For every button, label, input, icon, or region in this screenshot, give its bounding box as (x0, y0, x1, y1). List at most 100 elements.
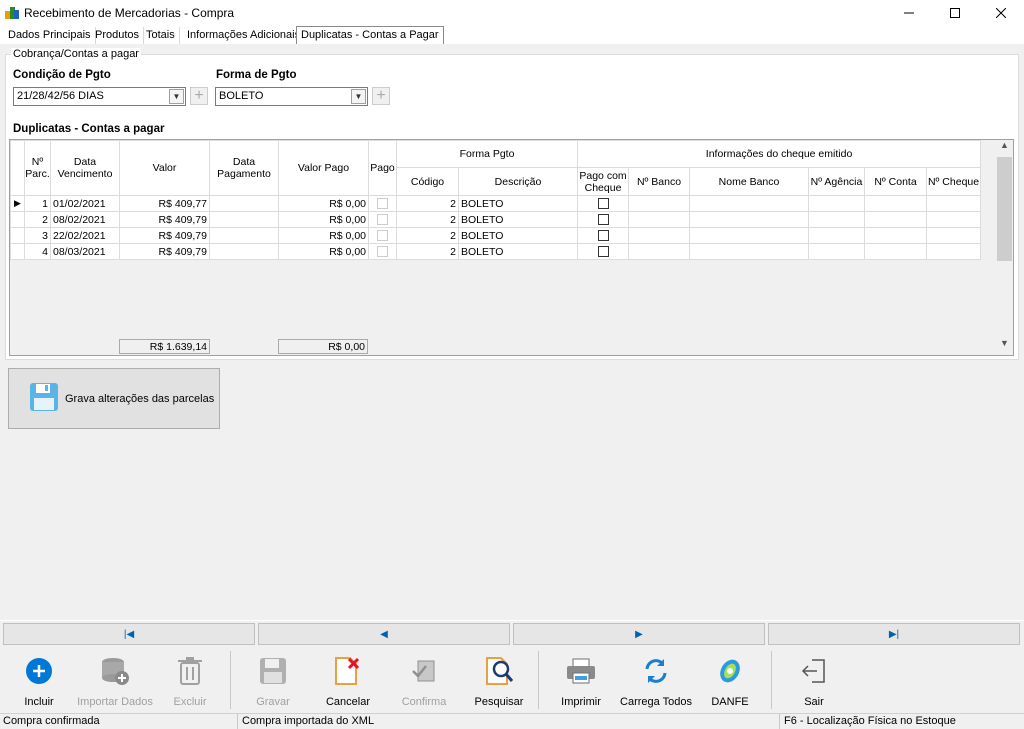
checkbox[interactable] (597, 230, 609, 242)
duplicatas-grid[interactable]: Nº Parc. Data Vencimento Valor Data Paga… (9, 139, 1014, 356)
cell-valor[interactable]: R$ 409,79 (119, 243, 210, 260)
cell-vencimento[interactable]: 22/02/2021 (50, 227, 120, 244)
cell-pago[interactable] (368, 227, 397, 244)
row-indicator[interactable]: ▶ (10, 195, 25, 212)
maximize-button[interactable] (932, 0, 978, 25)
cell-conta[interactable] (864, 243, 928, 260)
cell-banco[interactable] (628, 211, 691, 228)
excluir-button[interactable]: Excluir (166, 648, 214, 712)
scroll-up-icon[interactable]: ▲ (996, 140, 1013, 157)
cell-descricao[interactable]: BOLETO (457, 227, 579, 244)
cell-valor[interactable]: R$ 409,79 (119, 227, 210, 244)
cell-conta[interactable] (864, 195, 928, 212)
cell-pago[interactable] (368, 243, 397, 260)
checkbox[interactable] (377, 214, 388, 226)
cell-agencia[interactable] (808, 243, 866, 260)
tab-totais[interactable]: Totais (142, 27, 180, 44)
col-data-pagamento[interactable]: Data Pagamento (209, 140, 279, 196)
cell-pago-cheque[interactable] (577, 211, 630, 228)
cell-valor-pago[interactable]: R$ 0,00 (278, 195, 369, 212)
cell-vencimento[interactable]: 08/02/2021 (50, 211, 120, 228)
col-pago-cheque[interactable]: Pago com Cheque (577, 167, 630, 196)
table-row[interactable]: 4 08/03/2021 R$ 409,79 R$ 0,00 2 BOLETO (10, 243, 982, 260)
checkbox[interactable] (377, 246, 388, 258)
cell-vencimento[interactable]: 01/02/2021 (50, 195, 120, 212)
col-vencimento[interactable]: Data Vencimento (50, 140, 120, 196)
cell-banco[interactable] (628, 227, 691, 244)
pesquisar-button[interactable]: Pesquisar (470, 648, 528, 712)
row-indicator[interactable] (10, 243, 25, 260)
row-indicator[interactable] (10, 211, 25, 228)
grid-scrollbar[interactable]: ▲ ▼ (996, 140, 1013, 355)
table-row[interactable]: 3 22/02/2021 R$ 409,79 R$ 0,00 2 BOLETO (10, 227, 982, 244)
cell-pago[interactable] (368, 211, 397, 228)
close-button[interactable] (978, 0, 1024, 25)
confirma-button[interactable]: Confirma (397, 648, 451, 712)
last-record-button[interactable]: ▶| (768, 623, 1020, 645)
col-valor[interactable]: Valor (119, 140, 210, 196)
table-row[interactable]: ▶ 1 01/02/2021 R$ 409,77 R$ 0,00 2 BOLETO (10, 195, 982, 212)
next-record-button[interactable]: ▶ (513, 623, 765, 645)
cell-data-pagamento[interactable] (209, 195, 279, 212)
cell-descricao[interactable]: BOLETO (457, 211, 579, 228)
cell-nome-banco[interactable] (689, 195, 810, 212)
cell-agencia[interactable] (808, 195, 866, 212)
tab-dados-principais[interactable]: Dados Principais (4, 27, 96, 44)
prev-record-button[interactable]: ◀ (258, 623, 510, 645)
cell-vencimento[interactable]: 08/03/2021 (50, 243, 120, 260)
danfe-button[interactable]: DANFE (706, 648, 754, 712)
cell-cheque[interactable] (926, 227, 982, 244)
cell-valor-pago[interactable]: R$ 0,00 (278, 227, 369, 244)
cell-nome-banco[interactable] (689, 211, 810, 228)
scroll-thumb[interactable] (997, 157, 1012, 261)
cell-pago-cheque[interactable] (577, 243, 630, 260)
col-cheque[interactable]: Nº Cheque (926, 167, 982, 196)
tab-informacoes-adicionais[interactable]: Informações Adicionais (183, 27, 306, 44)
col-banco[interactable]: Nº Banco (628, 167, 691, 196)
cell-nome-banco[interactable] (689, 227, 810, 244)
cell-pago-cheque[interactable] (577, 195, 630, 212)
cell-pago[interactable] (368, 195, 397, 212)
cell-parc[interactable]: 4 (24, 243, 51, 260)
minimize-button[interactable] (886, 0, 932, 25)
checkbox[interactable] (597, 246, 609, 258)
forma-select[interactable]: BOLETO ▼ (215, 87, 368, 106)
cell-conta[interactable] (864, 211, 928, 228)
cell-nome-banco[interactable] (689, 243, 810, 260)
cell-codigo[interactable]: 2 (396, 227, 459, 244)
col-parc[interactable]: Nº Parc. (24, 140, 51, 196)
carrega-todos-button[interactable]: Carrega Todos (618, 648, 694, 712)
cell-data-pagamento[interactable] (209, 243, 279, 260)
cell-descricao[interactable]: BOLETO (457, 243, 579, 260)
cell-codigo[interactable]: 2 (396, 243, 459, 260)
col-descricao[interactable]: Descrição (457, 167, 579, 196)
cell-valor-pago[interactable]: R$ 0,00 (278, 243, 369, 260)
chevron-down-icon[interactable]: ▼ (351, 89, 366, 104)
cell-parc[interactable]: 2 (24, 211, 51, 228)
cell-cheque[interactable] (926, 211, 982, 228)
col-codigo[interactable]: Código (396, 167, 459, 196)
cell-cheque[interactable] (926, 195, 982, 212)
cell-banco[interactable] (628, 243, 691, 260)
cell-cheque[interactable] (926, 243, 982, 260)
checkbox[interactable] (597, 198, 609, 210)
checkbox[interactable] (597, 214, 609, 226)
scroll-down-icon[interactable]: ▼ (996, 338, 1013, 355)
save-parcelas-button[interactable]: Grava alterações das parcelas (8, 368, 220, 429)
importar-dados-button[interactable]: Importar Dados (76, 648, 154, 712)
cell-descricao[interactable]: BOLETO (457, 195, 579, 212)
cell-codigo[interactable]: 2 (396, 195, 459, 212)
col-pago[interactable]: Pago (368, 140, 397, 196)
first-record-button[interactable]: |◀ (3, 623, 255, 645)
col-conta[interactable]: Nº Conta (864, 167, 928, 196)
col-nome-banco[interactable]: Nome Banco (689, 167, 810, 196)
tab-duplicatas[interactable]: Duplicatas - Contas a Pagar (296, 26, 444, 44)
cell-conta[interactable] (864, 227, 928, 244)
condicao-select[interactable]: 21/28/42/56 DIAS ▼ (13, 87, 186, 106)
tab-produtos[interactable]: Produtos (91, 27, 145, 44)
cell-codigo[interactable]: 2 (396, 211, 459, 228)
gravar-button[interactable]: Gravar (248, 648, 298, 712)
cell-data-pagamento[interactable] (209, 211, 279, 228)
checkbox[interactable] (377, 230, 388, 242)
cancelar-button[interactable]: Cancelar (321, 648, 375, 712)
